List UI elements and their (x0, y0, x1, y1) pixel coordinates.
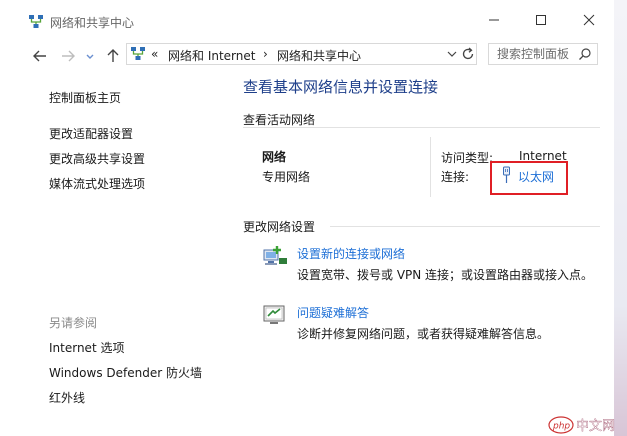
breadcrumb-separator[interactable]: › (263, 47, 268, 61)
network-location-icon (131, 47, 145, 60)
windows-defender-firewall-link[interactable]: Windows Defender 防火墙 (49, 364, 202, 381)
setup-new-connection-link[interactable]: 设置新的连接或网络 (297, 245, 405, 262)
see-also-header: 另请参阅 (49, 316, 98, 330)
breadcrumb-network-internet[interactable]: 网络和 Internet (168, 47, 255, 64)
title-bar: 网络和共享中心 (0, 0, 614, 38)
change-settings-divider (330, 226, 600, 227)
search-input[interactable] (489, 44, 585, 64)
change-advanced-sharing-link[interactable]: 更改高级共享设置 (49, 150, 145, 167)
access-type-label: 访问类型: (441, 151, 494, 165)
svg-text:中文网: 中文网 (576, 419, 615, 434)
new-connection-icon[interactable] (262, 244, 288, 268)
highlight-box (490, 161, 568, 195)
breadcrumb-overflow[interactable]: « (151, 47, 158, 61)
network-name: 网络 (262, 150, 287, 164)
active-networks-divider (243, 127, 600, 128)
active-networks-header: 查看活动网络 (243, 113, 316, 127)
control-panel-home-link[interactable]: 控制面板主页 (49, 89, 121, 106)
svg-text:php: php (552, 422, 570, 432)
search-icon[interactable] (578, 47, 592, 61)
close-icon[interactable] (578, 10, 600, 30)
network-type: 专用网络 (262, 170, 311, 184)
breadcrumb-sharing-center[interactable]: 网络和共享中心 (277, 47, 361, 64)
address-dropdown-icon[interactable] (445, 44, 459, 64)
infrared-link[interactable]: 红外线 (49, 389, 85, 406)
forward-arrow-icon[interactable] (58, 46, 78, 66)
page-title: 查看基本网络信息并设置连接 (243, 78, 439, 96)
back-arrow-icon[interactable] (30, 46, 50, 66)
troubleshoot-icon[interactable] (262, 303, 288, 327)
recent-locations-chevron-icon[interactable] (83, 46, 97, 66)
connections-label: 连接: (441, 170, 470, 184)
php-cn-watermark-logo: php 中文网 (548, 416, 615, 434)
change-network-settings-header: 更改网络设置 (243, 220, 316, 234)
minimize-icon[interactable] (483, 10, 505, 30)
media-streaming-options-link[interactable]: 媒体流式处理选项 (49, 175, 145, 192)
refresh-icon[interactable] (459, 44, 477, 64)
window-title: 网络和共享中心 (50, 16, 135, 30)
internet-options-link[interactable]: Internet 选项 (49, 339, 124, 356)
setup-new-connection-desc: 设置宽带、拨号或 VPN 连接；或设置路由器或接入点。 (297, 268, 594, 282)
control-panel-window: 网络和共享中心 « 网络和 Internet › 网络和共享中心 搜索控制面板 … (0, 0, 614, 436)
up-arrow-icon[interactable] (103, 46, 123, 66)
search-box[interactable] (488, 43, 598, 65)
network-app-icon (29, 15, 43, 28)
address-bar[interactable]: « 网络和 Internet › 网络和共享中心 (126, 43, 477, 65)
troubleshoot-problems-link[interactable]: 问题疑难解答 (297, 304, 369, 321)
network-vertical-divider (430, 137, 431, 197)
troubleshoot-problems-desc: 诊断并修复网络问题，或者获得疑难解答信息。 (297, 327, 550, 341)
maximize-icon[interactable] (530, 10, 552, 30)
desktop-background (614, 0, 627, 436)
change-adapter-settings-link[interactable]: 更改适配器设置 (49, 125, 133, 142)
